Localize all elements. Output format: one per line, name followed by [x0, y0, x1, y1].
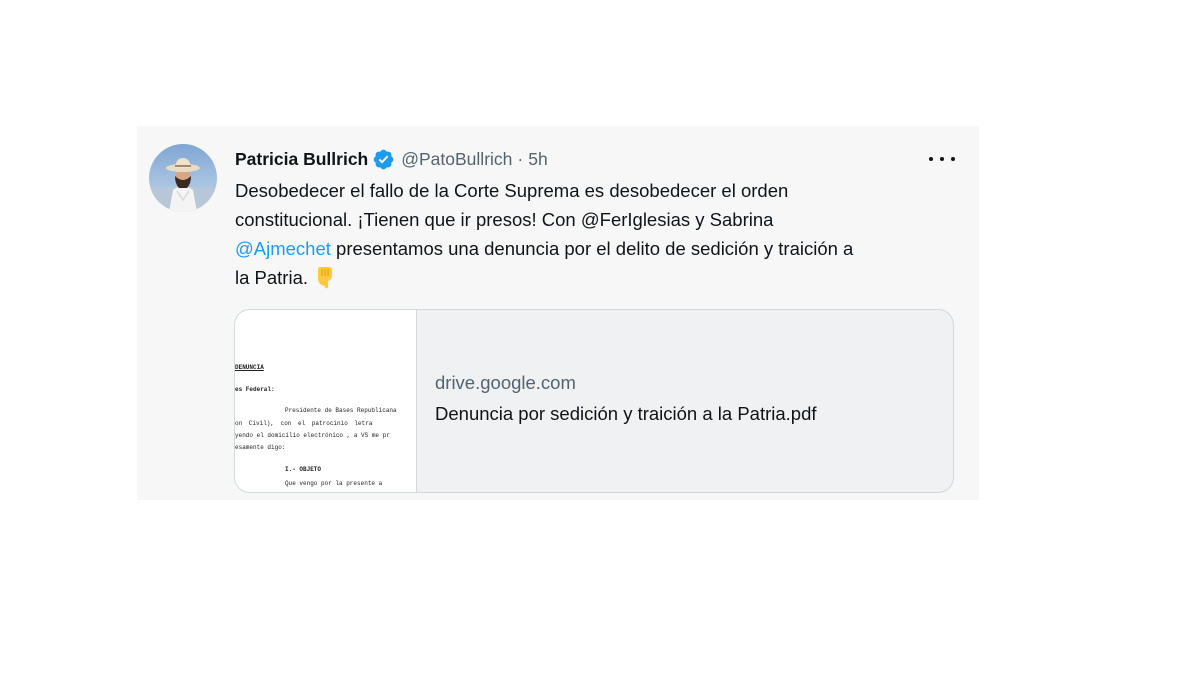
- doc-text-line: yendo el domicilio electrónico , a VS me…: [235, 432, 390, 439]
- doc-heading: DENUNCIA: [235, 364, 264, 371]
- tweet-text-segment: y Sabrina: [690, 209, 774, 230]
- tweet-text-segment: constitucional. ¡Tienen que ir presos! C…: [235, 209, 581, 230]
- mention-link[interactable]: @Ajmechet: [235, 238, 331, 259]
- verified-badge-icon: [372, 148, 395, 171]
- tweet-text-line: constitucional. ¡Tienen que ir presos! C…: [235, 205, 960, 234]
- doc-text-line: Presidente de Bases Republicana: [285, 407, 397, 414]
- card-domain: drive.google.com: [435, 372, 576, 393]
- doc-section-heading: I.- OBJETO: [285, 466, 322, 473]
- tweet-text-segment: la Patria.: [235, 267, 309, 288]
- tweet-text-line: la Patria.: [235, 263, 960, 292]
- author-avatar[interactable]: [149, 144, 217, 212]
- link-preview-card[interactable]: DENUNCIA es Federal: Presidente de Bases…: [234, 309, 954, 493]
- tweet-text-line: @Ajmechet presentamos una denuncia por e…: [235, 234, 960, 263]
- tweet-text-line: Desobedecer el fallo de la Corte Suprema…: [235, 180, 789, 201]
- tweet-text-segment: presentamos una denuncia por el delito d…: [330, 238, 854, 259]
- backhand-index-pointing-down-icon: [314, 265, 336, 289]
- doc-text-line: Que vengo por la presente a: [285, 480, 383, 487]
- more-horizontal-icon[interactable]: [929, 149, 955, 169]
- doc-text-line: esamente digo:: [235, 444, 286, 451]
- doc-addressee: es Federal:: [235, 386, 275, 393]
- tweet-card[interactable]: Patricia Bullrich @PatoBullrich · 5h Des…: [137, 126, 979, 500]
- mention-link[interactable]: @FerIglesias: [581, 209, 690, 230]
- author-handle[interactable]: @PatoBullrich: [401, 149, 512, 170]
- author-name[interactable]: Patricia Bullrich: [235, 149, 368, 170]
- tweet-timestamp[interactable]: 5h: [528, 149, 547, 170]
- doc-text-line: on Civil), con el patrocinio letra: [235, 420, 373, 427]
- tweet-header: Patricia Bullrich @PatoBullrich · 5h: [235, 148, 548, 170]
- card-body: drive.google.com Denuncia por sedición y…: [435, 370, 817, 427]
- card-title: Denuncia por sedición y traición a la Pa…: [435, 403, 817, 424]
- document-thumbnail: DENUNCIA es Federal: Presidente de Bases…: [235, 310, 417, 492]
- header-separator: ·: [517, 148, 524, 169]
- tweet-text: Desobedecer el fallo de la Corte Suprema…: [235, 176, 960, 292]
